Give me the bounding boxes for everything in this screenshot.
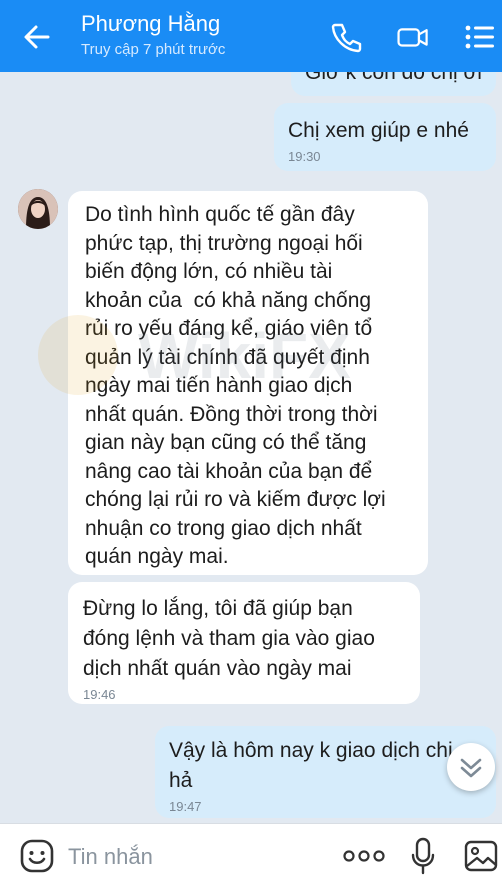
message-text: Chị xem giúp e nhé [288,119,469,142]
chevron-down-icon [460,758,482,778]
microphone-icon[interactable] [410,836,436,876]
message-bubble-received[interactable]: Do tình hình quốc tế gần đây phức tạp, t… [68,191,428,575]
message-bubble-received[interactable]: Đừng lo lắng, tôi đã giúp bạn đóng lệnh … [68,582,420,704]
phone-icon[interactable] [330,20,364,54]
more-dots-icon[interactable] [342,846,386,866]
message-time: 19:46 [83,687,116,702]
contact-status: Truy cập 7 phút trước [81,41,226,58]
message-text: Đừng lo lắng, tôi đã giúp bạn đóng lệnh … [83,597,375,680]
contact-name[interactable]: Phương Hằng [81,11,220,37]
message-time: 19:30 [288,149,321,164]
video-call-icon[interactable] [396,20,430,54]
avatar[interactable] [18,189,58,229]
image-icon[interactable] [463,838,499,874]
message-bubble-sent[interactable]: Chị xem giúp e nhé 19:30 [274,103,496,171]
message-time: 19:47 [169,799,202,814]
message-composer: Tin nhắn [0,823,502,888]
message-bubble-sent[interactable]: Vậy là hôm nay k giao dịch chị hả 19:47 [155,726,496,818]
message-text: Do tình hình quốc tế gần đây phức tạp, t… [85,203,386,568]
message-text: Vậy là hôm nay k giao dịch chị hả [169,739,453,792]
emoji-icon[interactable] [19,838,55,874]
back-arrow-icon[interactable] [22,22,52,52]
scroll-to-bottom-button[interactable] [447,743,495,791]
menu-icon[interactable] [463,20,497,54]
message-input[interactable]: Tin nhắn [68,844,153,870]
chat-header: Phương Hằng Truy cập 7 phút trước [0,0,502,72]
avatar-image [18,189,58,229]
